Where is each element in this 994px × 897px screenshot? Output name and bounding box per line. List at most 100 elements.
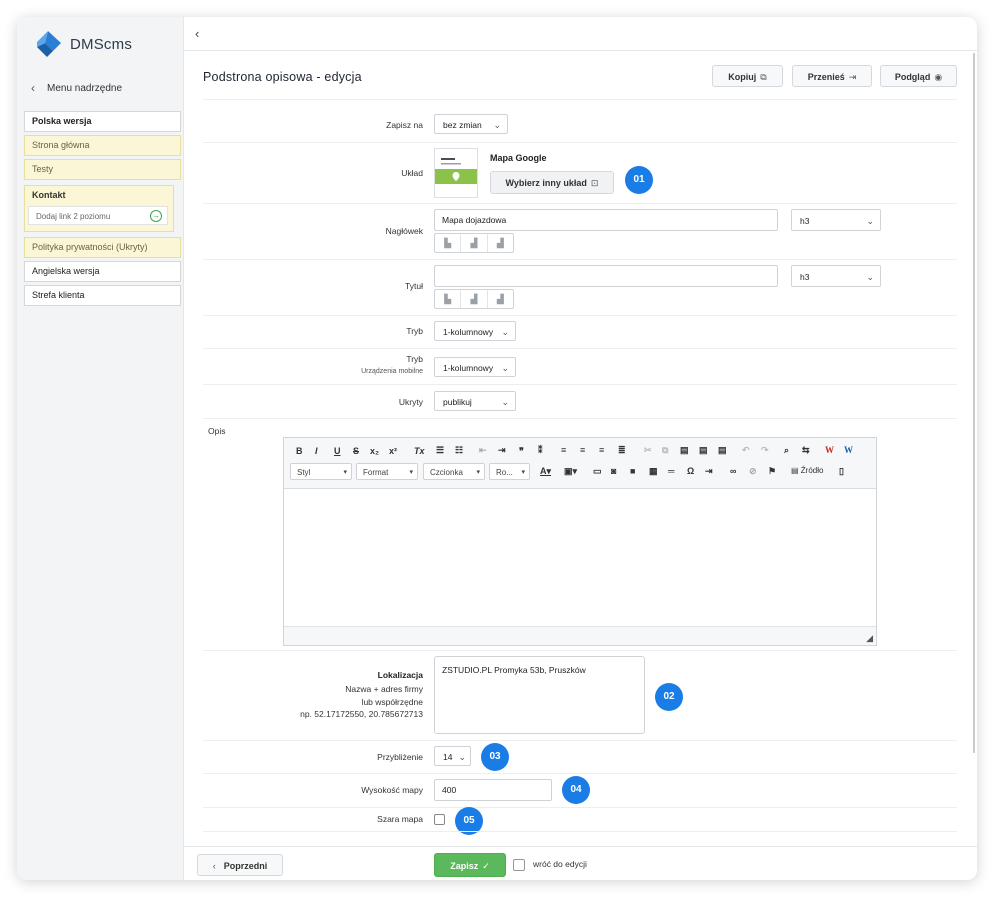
paste-icon[interactable]: ▤	[680, 445, 689, 456]
mode-mobile-select[interactable]: 1-kolumnowy ⌄	[434, 357, 516, 377]
sidebar-item-strona-glowna[interactable]: Strona główna	[24, 135, 181, 156]
source-label: Źródło	[800, 466, 824, 475]
sidebar: DMScms ‹ Menu nadrzędne Polska wersja St…	[17, 17, 184, 880]
chevron-down-icon: ⌄	[501, 363, 509, 373]
title-tag-select[interactable]: h3 ⌄	[791, 265, 881, 287]
save-to-select[interactable]: bez zmian ⌄	[434, 114, 508, 134]
page-break-icon[interactable]: ⇥	[705, 466, 713, 477]
bullet-list-icon[interactable]: ☷	[455, 445, 463, 456]
mode-value: 1-kolumnowy	[443, 327, 494, 337]
align-right-icon[interactable]: ▟	[488, 290, 513, 308]
undo-icon[interactable]: ↶	[742, 445, 750, 456]
horizontal-line-icon[interactable]: ═	[668, 466, 674, 476]
align-center-icon[interactable]: ▟	[461, 234, 488, 252]
flash-icon[interactable]: ◙	[611, 466, 616, 476]
mode-select[interactable]: 1-kolumnowy ⌄	[434, 321, 516, 341]
hidden-select[interactable]: publikuj ⌄	[434, 391, 516, 411]
spellcheck-icon[interactable]: W	[825, 445, 834, 455]
size-select[interactable]: Ro... ▾	[489, 463, 530, 480]
redo-icon[interactable]: ↷	[761, 445, 769, 456]
format-select[interactable]: Format ▾	[356, 463, 418, 480]
logo[interactable]: DMScms	[33, 29, 132, 59]
parent-menu-link[interactable]: ‹ Menu nadrzędne	[31, 81, 122, 95]
app-window: DMScms ‹ Menu nadrzędne Polska wersja St…	[17, 17, 977, 880]
unlink-icon[interactable]: ⊘	[749, 466, 757, 477]
image-icon[interactable]: ▭	[593, 466, 602, 477]
underline-icon[interactable]: U	[334, 446, 341, 456]
strikethrough-icon[interactable]: S	[353, 446, 359, 456]
badge-01: 01	[625, 166, 653, 194]
gray-map-checkbox[interactable]	[434, 814, 445, 825]
sidebar-item-polska-wersja[interactable]: Polska wersja	[24, 111, 181, 132]
resize-handle-icon[interactable]: ◢	[866, 633, 873, 644]
font-label: Czcionka	[430, 468, 463, 477]
link-icon[interactable]: ∞	[730, 466, 736, 476]
align-right-icon[interactable]: ▟	[488, 234, 513, 252]
choose-layout-button[interactable]: Wybierz inny układ ⊡	[490, 171, 614, 194]
anchor-icon[interactable]: ⚑	[768, 466, 776, 477]
copy-button[interactable]: Kopiuj ⧉	[712, 65, 783, 87]
align-center-icon[interactable]: ▟	[461, 290, 488, 308]
maximize-icon[interactable]: ▯	[839, 466, 844, 477]
heading-tag-select[interactable]: h3 ⌄	[791, 209, 881, 231]
div-container-icon[interactable]: ⁑	[538, 445, 543, 456]
previous-button[interactable]: ‹ Poprzedni	[197, 854, 283, 876]
editor-footer: ◢	[284, 626, 876, 645]
bold-icon[interactable]: B	[296, 446, 303, 456]
font-select[interactable]: Czcionka ▾	[423, 463, 485, 480]
chevron-down-icon: ⌄	[866, 216, 874, 226]
text-color-icon[interactable]: A▾	[540, 466, 551, 477]
outdent-icon[interactable]: ⇤	[479, 445, 487, 456]
preview-button[interactable]: Podgląd ◉	[880, 65, 957, 87]
zoom-select[interactable]: 14 ⌄	[434, 746, 471, 766]
sidebar-item-polityka[interactable]: Polityka prywatności (Ukryty)	[24, 237, 181, 258]
video-icon[interactable]: ■	[630, 466, 635, 476]
sidebar-item-angielska-wersja[interactable]: Angielska wersja	[24, 261, 181, 282]
align-center-icon[interactable]: ≡	[580, 445, 585, 455]
copy-icon[interactable]: ⧉	[662, 445, 668, 456]
return-to-edit-checkbox[interactable]	[513, 859, 525, 871]
back-chevron-icon[interactable]: ‹	[195, 26, 199, 41]
numbered-list-icon[interactable]: ☰	[436, 445, 444, 456]
title-input[interactable]	[434, 265, 778, 287]
clear-format-icon[interactable]: Tx	[414, 446, 425, 456]
paste-text-icon[interactable]: ▤	[699, 445, 708, 456]
cut-icon[interactable]: ✂	[644, 445, 652, 456]
sidebar-item-kontakt[interactable]: Kontakt	[25, 186, 173, 205]
add-subitem-link[interactable]: Dodaj link 2 poziomu →	[28, 206, 168, 225]
find-icon[interactable]: ⌕	[784, 445, 789, 456]
bg-color-icon[interactable]: ▣▾	[564, 466, 577, 477]
editor-content-area[interactable]	[284, 489, 876, 626]
divider	[203, 418, 957, 419]
copy-label: Kopiuj	[728, 72, 757, 82]
page-title: Podstrona opisowa - edycja	[203, 70, 362, 84]
style-select[interactable]: Styl ▾	[290, 463, 352, 480]
subscript-icon[interactable]: x₂	[370, 446, 379, 456]
align-left-icon[interactable]: ▙	[435, 234, 462, 252]
source-button[interactable]: ▤ Źródło	[791, 466, 823, 475]
italic-icon[interactable]: I	[315, 446, 318, 456]
choose-layout-label: Wybierz inny układ	[505, 178, 587, 188]
indent-icon[interactable]: ⇥	[498, 445, 506, 456]
sidebar-item-testy[interactable]: Testy	[24, 159, 181, 180]
map-height-input[interactable]: 400	[434, 779, 552, 801]
special-char-icon[interactable]: Ω	[687, 466, 694, 476]
justify-icon[interactable]: ≣	[618, 445, 626, 456]
return-to-edit-label: wróć do edycji	[533, 859, 587, 869]
align-left-icon[interactable]: ≡	[561, 445, 566, 455]
superscript-icon[interactable]: x²	[389, 446, 397, 456]
paste-from-word-icon[interactable]: W	[844, 445, 853, 455]
sidebar-item-strefa-klienta[interactable]: Strefa klienta	[24, 285, 181, 306]
heading-input[interactable]: Mapa dojazdowa	[434, 209, 778, 231]
move-button[interactable]: Przenieś ⇥	[792, 65, 872, 87]
blockquote-icon[interactable]: ❞	[519, 446, 524, 457]
scrollbar[interactable]	[973, 53, 975, 753]
save-button[interactable]: Zapisz ✓	[434, 853, 506, 877]
location-textarea[interactable]: ZSTUDIO.PL Promyka 53b, Pruszków	[434, 656, 645, 734]
align-right-icon[interactable]: ≡	[599, 445, 604, 455]
align-left-icon[interactable]: ▙	[435, 290, 462, 308]
table-icon[interactable]: ▦	[649, 466, 658, 477]
layout-thumbnail	[434, 148, 478, 198]
paste-word-icon[interactable]: ▤	[718, 445, 727, 456]
replace-icon[interactable]: ⇆	[802, 445, 810, 456]
